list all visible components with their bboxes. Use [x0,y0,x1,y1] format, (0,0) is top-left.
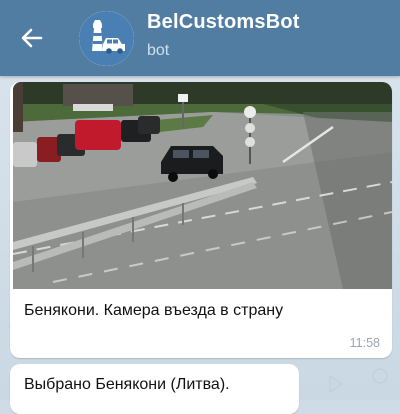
message-time: 11:58 [349,336,380,350]
message-photo[interactable]: Бенякони. Камера въезда в страну 11:58 [10,82,392,358]
message-body: Выбрано Бенякони (Литва). [24,376,230,393]
chat-header: BelCustomsBot bot [0,0,400,76]
chat-subtitle: bot [147,42,170,59]
customs-lighthouse-car-logo [79,11,134,66]
message-text[interactable]: Выбрано Бенякони (Литва). [10,364,299,414]
arrow-left-icon [21,28,43,48]
back-button[interactable] [18,24,46,52]
chat-title[interactable]: BelCustomsBot [147,11,300,34]
bot-avatar[interactable] [79,11,134,66]
message-caption: Бенякони. Камера въезда в страну [24,302,284,319]
camera-photo[interactable] [13,82,392,289]
